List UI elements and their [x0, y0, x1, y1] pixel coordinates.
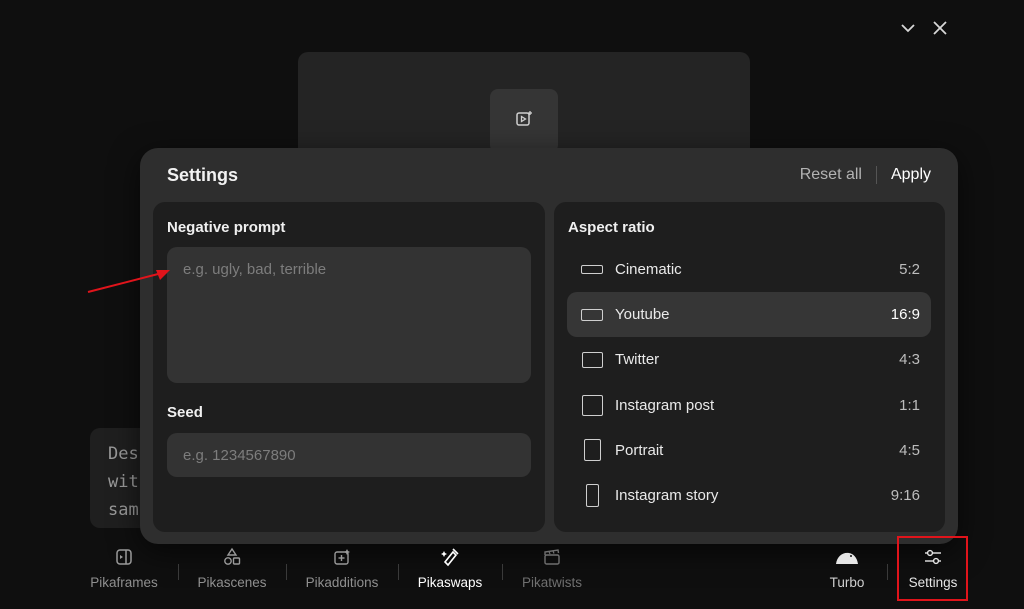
annotation-arrow-icon [87, 270, 170, 293]
clapperboard-icon [542, 544, 562, 570]
chevron-down-icon[interactable] [898, 18, 918, 38]
ratio-1-1-icon [581, 391, 603, 419]
aspect-option-ratio: 9:16 [890, 486, 920, 504]
apply-button[interactable]: Apply [891, 166, 931, 184]
aspect-ratio-list: Cinematic 5:2 Youtube 16:9 Twitter 4:3 I… [567, 247, 931, 518]
settings-highlight-box [897, 536, 968, 601]
bottom-toolbar: Pikaframes Pikascenes Pikadditions Pikas… [0, 540, 1024, 609]
toolbar-separator [398, 564, 399, 580]
close-icon[interactable] [930, 18, 950, 38]
aspect-option-name: Instagram post [615, 396, 715, 414]
toolbar-separator [178, 564, 179, 580]
ratio-4-5-icon [581, 436, 603, 464]
turbo-icon [834, 544, 860, 570]
tool-label: Turbo [829, 575, 865, 590]
tool-pikadditions[interactable]: Pikadditions [303, 544, 381, 590]
header-divider [875, 166, 877, 184]
aspect-option-ratio: 16:9 [890, 306, 920, 324]
tool-label: Pikatwists [521, 575, 582, 590]
aspect-option-twitter[interactable]: Twitter 4:3 [567, 337, 931, 382]
shapes-icon [222, 544, 242, 570]
seed-input[interactable] [167, 433, 531, 477]
aspect-option-ratio: 5:2 [899, 261, 920, 278]
seed-label: Seed [167, 404, 203, 421]
aspect-ratio-card: Aspect ratio Cinematic 5:2 Youtube 16:9 … [554, 202, 945, 532]
frames-icon [114, 544, 134, 570]
aspect-ratio-label: Aspect ratio [568, 219, 655, 236]
aspect-option-youtube[interactable]: Youtube 16:9 [567, 292, 931, 338]
toolbar-separator [887, 564, 888, 580]
aspect-option-portrait[interactable]: Portrait 4:5 [567, 428, 931, 473]
aspect-option-cinematic[interactable]: Cinematic 5:2 [567, 247, 931, 292]
ratio-16-9-icon [581, 301, 603, 329]
video-add-icon [514, 109, 534, 134]
tool-pikaswaps[interactable]: Pikaswaps [416, 544, 484, 590]
settings-panel: Settings Reset all Apply Negative prompt… [140, 148, 958, 544]
ratio-9-16-icon [581, 481, 603, 509]
tool-turbo[interactable]: Turbo [826, 544, 868, 590]
window-controls [898, 16, 958, 38]
aspect-option-instagram-post[interactable]: Instagram post 1:1 [567, 383, 931, 428]
settings-title: Settings [167, 165, 239, 185]
toolbar-separator [286, 564, 287, 580]
aspect-option-name: Instagram story [615, 486, 719, 504]
aspect-option-name: Youtube [615, 306, 670, 324]
tool-label: Pikaswaps [417, 575, 483, 590]
aspect-option-ratio: 4:3 [899, 351, 920, 369]
upload-media-button[interactable] [490, 89, 558, 153]
aspect-option-name: Twitter [615, 351, 660, 369]
toolbar-separator [502, 564, 503, 580]
aspect-option-name: Portrait [615, 441, 664, 459]
prompt-settings-card: Negative prompt Seed [153, 202, 545, 532]
settings-header-actions: Reset all Apply [800, 166, 931, 184]
negative-prompt-input[interactable] [167, 247, 531, 383]
ratio-4-3-icon [581, 346, 603, 374]
add-media-icon [332, 544, 352, 570]
brush-sparkle-icon [439, 544, 461, 570]
tool-label: Pikaframes [90, 575, 158, 590]
tool-pikaframes[interactable]: Pikaframes [89, 544, 159, 590]
negative-prompt-label: Negative prompt [167, 219, 286, 236]
tool-label: Pikadditions [305, 575, 379, 590]
tool-label: Pikascenes [197, 575, 267, 590]
aspect-option-ratio: 1:1 [899, 396, 920, 414]
aspect-option-ratio: 4:5 [899, 441, 920, 459]
aspect-option-name: Cinematic [615, 261, 682, 278]
tool-pikatwists[interactable]: Pikatwists [519, 544, 585, 590]
ratio-5-2-icon [581, 256, 603, 284]
reset-all-button[interactable]: Reset all [800, 166, 862, 184]
aspect-option-instagram-story[interactable]: Instagram story 9:16 [567, 473, 931, 518]
tool-pikascenes[interactable]: Pikascenes [196, 544, 268, 590]
